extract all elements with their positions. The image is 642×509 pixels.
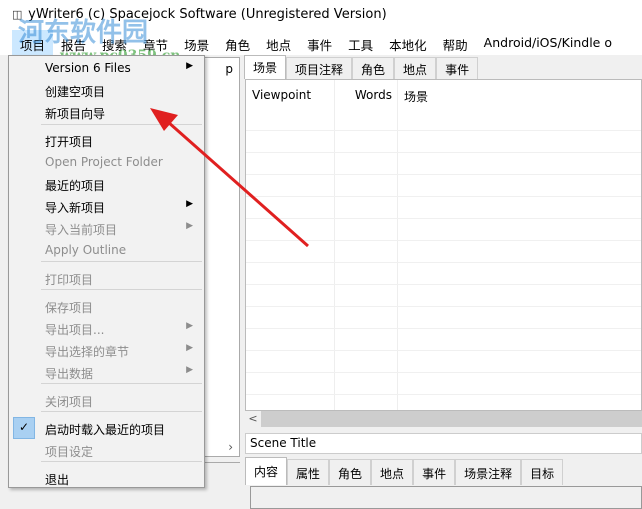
menu-item-16[interactable]: 项目设定 [10,439,203,461]
tab-1[interactable]: 属性 [287,459,330,485]
menu-item-label: 导出数据 [45,367,94,381]
tab-3[interactable]: 地点 [394,57,437,79]
panel-label: p [225,62,233,76]
menu-item-5[interactable]: 最近的项目 [10,173,203,195]
submenu-arrow-icon: ▶ [186,343,193,353]
tab-2[interactable]: 角色 [352,57,395,79]
menu-item-7[interactable]: 导入当前项目 ▶ [10,217,203,239]
menu-9[interactable]: 本地化 [381,30,435,55]
tab-6[interactable]: 目标 [521,459,564,485]
menu-separator [41,289,202,290]
scene-panel: 场景 项目注释 角色 地点 事件 Viewpoint Words 场景 < [244,55,642,427]
scrollbar-thumb[interactable] [261,411,642,427]
menu-item-label: 最近的项目 [45,179,106,193]
scene-detail-tabs: 内容 属性 角色 地点 事件 场景注释 目标 [245,457,564,485]
menu-item-label: 关闭项目 [45,395,94,409]
watermark-logo: 河东软件园 [18,18,149,48]
menu-item-label: Version 6 Files [45,61,131,75]
scene-tabs: 场景 项目注释 角色 地点 事件 [244,55,642,79]
menu-item-9[interactable]: 打印项目 [10,267,203,289]
tab-4[interactable]: 事件 [436,57,479,79]
menu-7[interactable]: 事件 [299,30,340,55]
tab-3[interactable]: 地点 [371,459,414,485]
project-dropdown-menu: Version 6 Files ▶ 创建空项目新项目向导打开项目 Open Proje… [8,55,205,488]
menu-item-label: Apply Outline [45,243,127,257]
menu-10[interactable]: 帮助 [435,30,476,55]
tab-2[interactable]: 角色 [329,459,372,485]
menu-item-11[interactable]: 导出项目... ▶ [10,317,203,339]
menu-separator [41,124,202,125]
menu-5[interactable]: 角色 [217,30,258,55]
column-viewpoint[interactable]: Viewpoint [246,88,335,108]
menu-item-12[interactable]: 导出选择的章节 ▶ [10,339,203,361]
submenu-arrow-icon: ▶ [186,199,193,209]
column-words[interactable]: Words [335,88,398,108]
tab-1[interactable]: 项目注释 [286,57,353,79]
menu-item-label: 新项目向导 [45,107,106,121]
menu-4[interactable]: 场景 [176,30,217,55]
menu-item-label: 退出 [45,473,70,487]
menu-item-4[interactable]: Open Project Folder [10,151,203,173]
menu-item-3[interactable]: 打开项目 [10,129,203,151]
menu-item-label: 创建空项目 [45,85,106,99]
tab-4[interactable]: 事件 [413,459,456,485]
menu-item-label: Open Project Folder [45,155,163,169]
submenu-arrow-icon: ▶ [186,61,193,71]
check-icon: ✓ [13,417,35,439]
menu-separator [41,411,202,412]
menu-8[interactable]: 工具 [340,30,381,55]
menu-item-label: 项目设定 [45,445,94,459]
menu-item-2[interactable]: 新项目向导 [10,101,203,123]
tab-5[interactable]: 场景注释 [455,459,522,485]
submenu-arrow-icon: ▶ [186,365,193,375]
menu-11[interactable]: Android/iOS/Kindle o [476,30,620,55]
scroll-right-button[interactable]: › [228,440,233,454]
submenu-arrow-icon: ▶ [186,321,193,331]
menu-item-6[interactable]: 导入新项目 ▶ [10,195,203,217]
menu-item-17[interactable]: 退出 [10,467,203,489]
menu-item-10[interactable]: 保存项目 [10,295,203,317]
scene-content-area[interactable] [250,486,642,509]
menu-item-15[interactable]: ✓ 启动时载入最近的项目 [10,417,203,439]
menu-separator [41,461,202,462]
tab-0[interactable]: 场景 [244,55,287,79]
menu-item-label: 启动时载入最近的项目 [45,423,166,437]
scene-list[interactable]: Viewpoint Words 场景 [245,79,642,411]
menu-item-14[interactable]: 关闭项目 [10,389,203,411]
menu-item-1[interactable]: 创建空项目 [10,79,203,101]
menu-separator [41,261,202,262]
menu-item-label: 导入当前项目 [45,223,118,237]
horizontal-scrollbar[interactable]: < [245,411,642,427]
menu-item-label: 保存项目 [45,301,94,315]
column-scene[interactable]: 场景 [398,88,428,108]
menu-item-8[interactable]: Apply Outline [10,239,203,261]
menu-item-label: 导出项目... [45,323,105,337]
menu-item-label: 打开项目 [45,135,94,149]
menu-item-label: 导入新项目 [45,201,106,215]
menu-item-0[interactable]: Version 6 Files ▶ [10,57,203,79]
menu-separator [41,383,202,384]
tab-0[interactable]: 内容 [245,457,288,485]
menu-item-label: 打印项目 [45,273,94,287]
menu-item-13[interactable]: 导出数据 ▶ [10,361,203,383]
menu-item-label: 导出选择的章节 [45,345,130,359]
scene-title-field[interactable]: Scene Title [245,433,642,454]
menu-6[interactable]: 地点 [258,30,299,55]
submenu-arrow-icon: ▶ [186,221,193,231]
scroll-left-icon[interactable]: < [245,411,261,427]
